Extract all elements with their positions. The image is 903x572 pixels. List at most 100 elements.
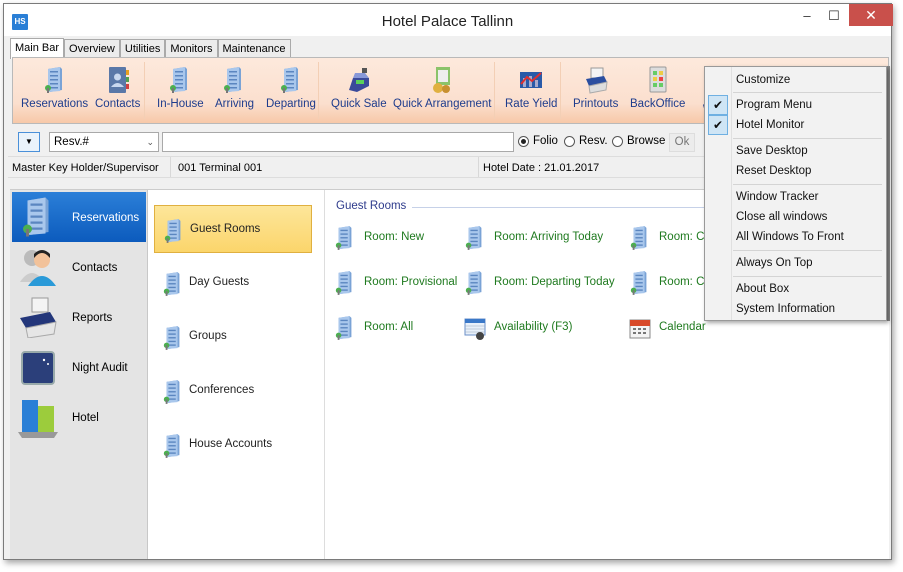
menu-item-label: Close all windows: [736, 211, 828, 223]
ribbon-quick-arrangement-button[interactable]: Quick Arrangement: [393, 66, 491, 110]
radio-dot: [518, 135, 529, 147]
menu-separator: [733, 92, 882, 93]
radio-browse[interactable]: Browse: [612, 135, 665, 147]
context-menu: Customize ✔ Program Menu ✔ Hotel Monitor S…: [704, 66, 887, 321]
tab-utilities[interactable]: Utilities: [119, 39, 166, 58]
ribbon-quick-sale-button[interactable]: Quick Sale: [331, 66, 387, 110]
menu-item-save-desktop[interactable]: Save Desktop: [705, 141, 886, 161]
search-type-select[interactable]: Resv.# ⌄: [49, 132, 159, 152]
task-label: Room: Provisional: [364, 276, 458, 288]
checkmark-icon: ✔: [708, 115, 728, 135]
menu-item-label: Save Desktop: [736, 145, 808, 157]
status-separator: [170, 157, 171, 177]
menu-separator: [733, 184, 882, 185]
radio-label: Folio: [533, 135, 558, 147]
close-button[interactable]: ✕: [849, 4, 893, 26]
status-hotel-date: Hotel Date : 21.01.2017: [483, 162, 600, 174]
clipboard-coins-icon: [433, 67, 451, 93]
menu-item-always-on-top[interactable]: Always On Top: [705, 253, 886, 273]
radio-folio[interactable]: Folio: [518, 135, 558, 147]
cash-register-icon: [348, 68, 369, 92]
menu-item-system-information[interactable]: System Information: [705, 299, 886, 319]
menu-item-program-menu[interactable]: ✔ Program Menu: [705, 95, 886, 115]
menu-separator: [733, 250, 882, 251]
nav-item-reservations[interactable]: Reservations: [12, 192, 146, 242]
subnav-item-house-accounts[interactable]: House Accounts: [154, 421, 312, 469]
ribbon-arriving-button[interactable]: Arriving: [215, 66, 254, 110]
menu-item-label: Window Tracker: [736, 191, 819, 203]
menu-item-label: Program Menu: [736, 99, 813, 111]
menu-item-customize[interactable]: Customize: [705, 70, 886, 90]
status-separator: [478, 157, 479, 177]
menu-separator: [733, 138, 882, 139]
nav-item-contacts[interactable]: Contacts: [12, 242, 146, 292]
menu-item-label: Customize: [736, 74, 791, 86]
menu-item-label: About Box: [736, 283, 790, 295]
tab-main-bar[interactable]: Main Bar: [10, 38, 65, 59]
chart-icon: [520, 72, 543, 88]
ribbon-printouts-button[interactable]: Printouts: [573, 66, 618, 110]
checkmark-icon: ✔: [708, 95, 728, 115]
subnav-item-groups[interactable]: Groups: [154, 313, 312, 361]
tab-maintenance[interactable]: Maintenance: [217, 39, 291, 58]
ok-button[interactable]: Ok: [669, 133, 695, 152]
minimize-button[interactable]: –: [794, 5, 820, 27]
ribbon-in-house-button[interactable]: In-House: [157, 66, 204, 110]
subnav-item-label: House Accounts: [189, 438, 273, 450]
printer-icon: [20, 297, 57, 338]
radio-dot: [564, 135, 575, 147]
hotel-building-icon: [162, 433, 184, 459]
hotel-building-icon: [18, 196, 58, 238]
subnav-item-label: Day Guests: [189, 276, 250, 288]
menu-item-close-all-windows[interactable]: Close all windows: [705, 207, 886, 227]
ribbon-reservations-button[interactable]: Reservations: [21, 66, 88, 110]
nav-item-label: Reservations: [72, 212, 140, 224]
nav-item-label: Night Audit: [72, 362, 128, 374]
radio-label: Resv.: [579, 135, 608, 147]
subnav-item-conferences[interactable]: Conferences: [154, 367, 312, 415]
nav-item-label: Reports: [72, 312, 113, 324]
nav-item-label: Contacts: [72, 262, 118, 274]
menu-item-label: Reset Desktop: [736, 165, 812, 177]
moon-icon: [21, 351, 55, 385]
subnav-item-label: Conferences: [189, 384, 255, 396]
menu-item-label: System Information: [736, 303, 836, 315]
menu-item-reset-desktop[interactable]: Reset Desktop: [705, 161, 886, 181]
ribbon-backoffice-button[interactable]: BackOffice: [630, 66, 685, 110]
menu-separator: [733, 276, 882, 277]
menu-item-label: All Windows To Front: [736, 231, 844, 243]
nav-item-hotel[interactable]: Hotel: [12, 392, 146, 442]
ribbon-rate-yield-button[interactable]: Rate Yield: [505, 66, 557, 110]
maximize-button[interactable]: ☐: [820, 5, 848, 27]
search-input[interactable]: [162, 132, 514, 152]
task-label: Room: All: [364, 321, 414, 333]
scrollbar[interactable]: [887, 66, 890, 321]
task-label: Room: New: [364, 231, 425, 243]
radio-resv[interactable]: Resv.: [564, 135, 608, 147]
hotel-building-icon: [334, 315, 356, 341]
task-label: Calendar: [659, 321, 706, 333]
group-title: Guest Rooms: [336, 200, 413, 212]
tab-overview[interactable]: Overview: [64, 39, 120, 58]
menu-item-hotel-monitor[interactable]: ✔ Hotel Monitor: [705, 115, 886, 135]
title-bar: HS Hotel Palace Tallinn – ☐ ✕: [4, 4, 893, 36]
menu-item-all-windows-to-front[interactable]: All Windows To Front: [705, 227, 886, 247]
ribbon-departing-button[interactable]: Departing: [266, 66, 316, 110]
ribbon-button-label: Reservations: [21, 98, 89, 110]
navigation-bar: Reservations Contacts Reports Night Audi…: [10, 190, 148, 559]
nav-item-reports[interactable]: Reports: [12, 292, 146, 342]
menu-item-window-tracker[interactable]: Window Tracker: [705, 187, 886, 207]
ribbon-contacts-button[interactable]: Contacts: [95, 66, 140, 110]
ribbon-button-label: In-House: [157, 98, 204, 110]
search-options-dropdown-button[interactable]: ▼: [18, 132, 40, 152]
menu-item-about-box[interactable]: About Box: [705, 279, 886, 299]
ribbon-button-label: Contacts: [95, 98, 141, 110]
subnav-item-day-guests[interactable]: Day Guests: [154, 259, 312, 307]
subnav-item-guest-rooms[interactable]: Guest Rooms: [154, 205, 312, 253]
printer-icon: [585, 67, 608, 94]
nav-item-night-audit[interactable]: Night Audit: [12, 342, 146, 392]
tab-monitors[interactable]: Monitors: [165, 39, 218, 58]
nav-item-label: Hotel: [72, 412, 99, 424]
status-bar: Master Key Holder/Supervisor 001 Termina…: [8, 156, 710, 178]
search-type-value: Resv.#: [54, 136, 89, 148]
